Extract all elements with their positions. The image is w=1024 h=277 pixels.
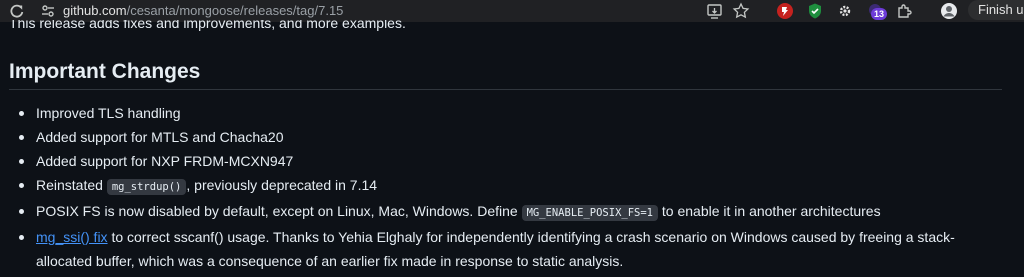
profile-avatar-icon[interactable] bbox=[940, 2, 958, 20]
extension-shield-icon[interactable] bbox=[806, 2, 824, 20]
address-bar[interactable]: github.com/cesanta/mongoose/releases/tag… bbox=[63, 3, 343, 19]
item-text: to enable it in another architectures bbox=[658, 203, 881, 219]
list-item: Reinstated mg_strdup(), previously depre… bbox=[12, 173, 1007, 199]
inline-code: mg_strdup() bbox=[106, 179, 187, 195]
browser-toolbar: github.com/cesanta/mongoose/releases/tag… bbox=[0, 0, 1024, 22]
item-text: Improved TLS handling bbox=[36, 105, 181, 121]
section-divider bbox=[9, 89, 1002, 90]
item-text: POSIX FS is now disabled by default, exc… bbox=[36, 203, 522, 219]
clipped-description-text: This release adds fixes and improvements… bbox=[9, 20, 406, 31]
mg-ssi-fix-link[interactable]: mg_ssi() fix bbox=[36, 229, 108, 245]
list-item: mg_ssi() fix to correct sscanf() usage. … bbox=[12, 225, 1007, 273]
item-text: Reinstated bbox=[36, 177, 107, 193]
item-text: , previously deprecated in 7.14 bbox=[186, 177, 378, 193]
extensions-puzzle-icon[interactable] bbox=[896, 2, 914, 20]
section-title: Important Changes bbox=[9, 60, 201, 83]
finish-update-button[interactable]: Finish u bbox=[968, 0, 1024, 20]
changes-list: Improved TLS handling Added support for … bbox=[12, 101, 1007, 273]
item-text: Added support for MTLS and Chacha20 bbox=[36, 129, 284, 145]
list-item: Added support for NXP FRDM-MCXN947 bbox=[12, 149, 1007, 173]
reload-icon[interactable] bbox=[8, 2, 26, 20]
list-item: Added support for MTLS and Chacha20 bbox=[12, 125, 1007, 149]
inline-code: MG_ENABLE_POSIX_FS=1 bbox=[521, 205, 659, 221]
url-host: github.com bbox=[63, 3, 127, 18]
list-item: POSIX FS is now disabled by default, exc… bbox=[12, 199, 1007, 225]
install-app-icon[interactable] bbox=[706, 2, 724, 20]
item-text: Added support for NXP FRDM-MCXN947 bbox=[36, 153, 294, 169]
site-info-icon[interactable] bbox=[40, 3, 56, 19]
item-text: to correct sscanf() usage. Thanks to Yeh… bbox=[36, 229, 955, 269]
url-path: /cesanta/mongoose/releases/tag/7.15 bbox=[126, 3, 344, 18]
extension-red-icon[interactable] bbox=[776, 2, 794, 20]
clipped-description: This release adds fixes and improvements… bbox=[9, 20, 406, 33]
bookmark-star-icon[interactable] bbox=[732, 2, 750, 20]
extension-badge: 13 bbox=[871, 8, 888, 20]
extension-gear-icon[interactable] bbox=[836, 2, 854, 20]
list-item: Improved TLS handling bbox=[12, 101, 1007, 125]
